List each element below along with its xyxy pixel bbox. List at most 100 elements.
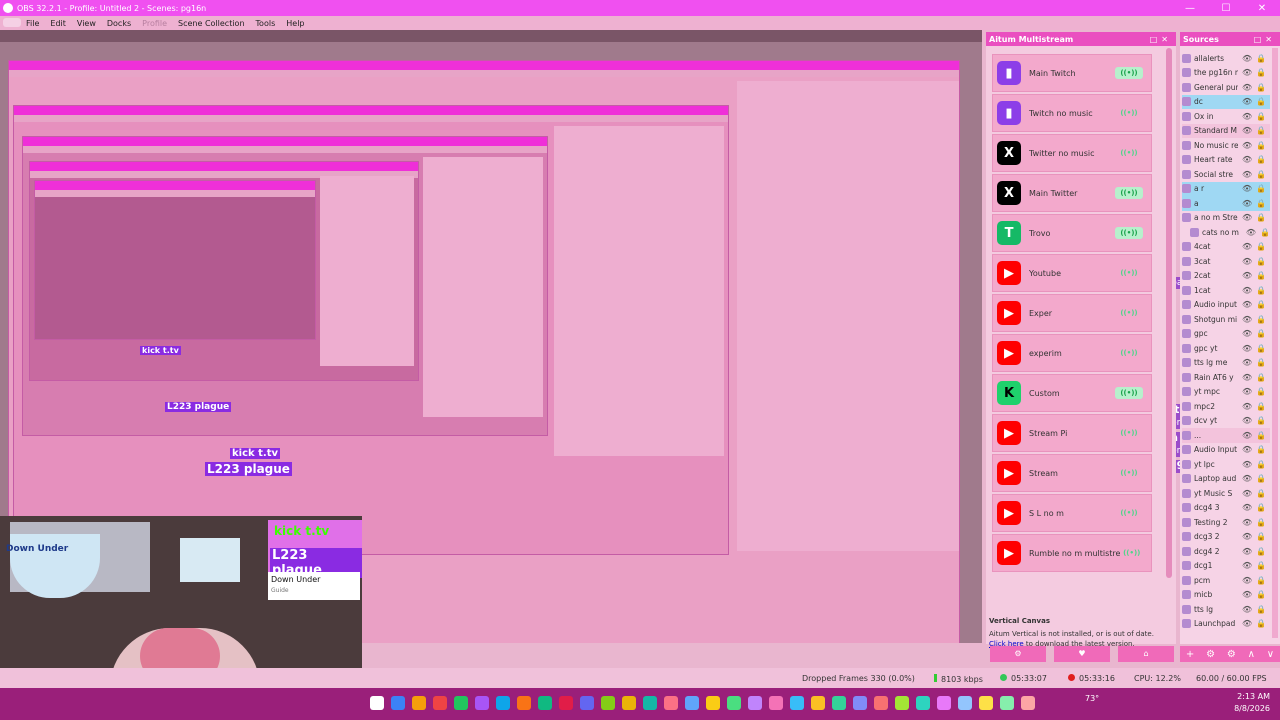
source-item[interactable]: Ox in 👁 🔒 [1182, 109, 1270, 124]
visibility-eye-icon[interactable]: 👁 [1242, 532, 1252, 541]
lock-icon[interactable]: 🔒 [1256, 460, 1266, 469]
aitum-settings-button[interactable]: ⚙ [990, 646, 1046, 662]
taskbar-app-icon[interactable] [727, 696, 741, 710]
lock-icon[interactable]: 🔒 [1256, 97, 1266, 106]
visibility-eye-icon[interactable]: 👁 [1242, 199, 1252, 208]
taskbar-app-icon[interactable] [1000, 696, 1014, 710]
aitum-donate-button[interactable]: ♥ [1054, 646, 1110, 662]
lock-icon[interactable]: 🔒 [1256, 576, 1266, 585]
lock-icon[interactable]: 🔒 [1256, 561, 1266, 570]
taskbar-app-icon[interactable] [370, 696, 384, 710]
output-row[interactable]: ▶ S L no m ((•)) [992, 494, 1152, 532]
output-row[interactable]: T Trovo ((•)) [992, 214, 1152, 252]
visibility-eye-icon[interactable]: 👁 [1242, 213, 1252, 222]
menu-edit[interactable]: Edit [50, 19, 66, 28]
visibility-eye-icon[interactable]: 👁 [1242, 271, 1252, 280]
visibility-eye-icon[interactable]: 👁 [1242, 83, 1252, 92]
lock-icon[interactable]: 🔒 [1256, 532, 1266, 541]
visibility-eye-icon[interactable]: 👁 [1242, 576, 1252, 585]
taskbar-app-icon[interactable] [454, 696, 468, 710]
move-down-button[interactable]: ∨ [1267, 649, 1274, 660]
lock-icon[interactable]: 🔒 [1256, 358, 1266, 367]
lock-icon[interactable]: 🔒 [1256, 489, 1266, 498]
visibility-eye-icon[interactable]: 👁 [1242, 97, 1252, 106]
stream-toggle-button[interactable]: ((•)) [1115, 267, 1143, 279]
lock-icon[interactable]: 🔒 [1256, 474, 1266, 483]
taskbar-app-icon[interactable] [496, 696, 510, 710]
lock-icon[interactable]: 🔒 [1256, 112, 1266, 121]
visibility-eye-icon[interactable]: 👁 [1242, 242, 1252, 251]
source-filters-button[interactable]: ⚙ [1227, 649, 1236, 660]
lock-icon[interactable]: 🔒 [1256, 605, 1266, 614]
menu-file[interactable]: File [26, 19, 39, 28]
source-item[interactable]: mpc2 👁 🔒 [1182, 399, 1270, 414]
taskbar-app-icon[interactable] [475, 696, 489, 710]
stream-toggle-button[interactable]: ((•)) [1115, 187, 1143, 199]
aitum-home-button[interactable]: ⌂ [1118, 646, 1174, 662]
lock-icon[interactable]: 🔒 [1256, 170, 1266, 179]
source-item[interactable]: dc 👁 🔒 [1182, 94, 1270, 109]
visibility-eye-icon[interactable]: 👁 [1242, 503, 1252, 512]
stream-toggle-button[interactable]: ((•)) [1115, 227, 1143, 239]
visibility-eye-icon[interactable]: 👁 [1242, 286, 1252, 295]
add-source-button[interactable]: + [1186, 649, 1194, 660]
visibility-eye-icon[interactable]: 👁 [1242, 112, 1252, 121]
visibility-eye-icon[interactable]: 👁 [1246, 228, 1256, 237]
visibility-eye-icon[interactable]: 👁 [1242, 170, 1252, 179]
lock-icon[interactable]: 🔒 [1256, 402, 1266, 411]
visibility-eye-icon[interactable]: 👁 [1242, 547, 1252, 556]
taskbar-app-icon[interactable] [412, 696, 426, 710]
visibility-eye-icon[interactable]: 👁 [1242, 445, 1252, 454]
source-item[interactable]: ... 👁 🔒 [1182, 428, 1270, 443]
visibility-eye-icon[interactable]: 👁 [1242, 141, 1252, 150]
menu-help[interactable]: Help [286, 19, 304, 28]
lock-icon[interactable]: 🔒 [1256, 590, 1266, 599]
visibility-eye-icon[interactable]: 👁 [1242, 431, 1252, 440]
taskbar-app-icon[interactable] [580, 696, 594, 710]
lock-icon[interactable]: 🔒 [1256, 68, 1266, 77]
lock-icon[interactable]: 🔒 [1256, 286, 1266, 295]
source-item[interactable]: dcg4 2 👁 🔒 [1182, 544, 1270, 559]
source-item[interactable]: Audio input 👁 🔒 [1182, 298, 1270, 313]
visibility-eye-icon[interactable]: 👁 [1242, 605, 1252, 614]
source-item[interactable]: yt lpc 👁 🔒 [1182, 457, 1270, 472]
visibility-eye-icon[interactable]: 👁 [1242, 54, 1252, 63]
taskbar-app-icon[interactable] [559, 696, 573, 710]
source-item[interactable]: Social stre 👁 🔒 [1182, 167, 1270, 182]
stream-toggle-button[interactable]: ((•)) [1115, 507, 1143, 519]
stream-toggle-button[interactable]: ((•)) [1115, 107, 1143, 119]
source-item[interactable]: yt Music S 👁 🔒 [1182, 486, 1270, 501]
dock-title-buttons[interactable]: □✕ [1150, 35, 1172, 44]
lock-icon[interactable]: 🔒 [1256, 431, 1266, 440]
lock-icon[interactable]: 🔒 [1256, 199, 1266, 208]
menu-docks[interactable]: Docks [107, 19, 131, 28]
source-item[interactable]: Laptop aud 👁 🔒 [1182, 472, 1270, 487]
source-item[interactable]: General pur 👁 🔒 [1182, 80, 1270, 95]
source-item[interactable]: 3cat 👁 🔒 [1182, 254, 1270, 269]
lock-icon[interactable]: 🔒 [1256, 445, 1266, 454]
lock-icon[interactable]: 🔒 [1256, 300, 1266, 309]
stream-toggle-button[interactable]: ((•)) [1115, 467, 1143, 479]
taskbar-app-icon[interactable] [391, 696, 405, 710]
source-item[interactable]: dcg1 👁 🔒 [1182, 559, 1270, 574]
source-item[interactable]: tts lg me 👁 🔒 [1182, 356, 1270, 371]
menu-tools[interactable]: Tools [256, 19, 276, 28]
taskbar-app-icon[interactable] [958, 696, 972, 710]
stream-toggle-button[interactable]: ((•)) [1115, 67, 1143, 79]
menu-scene-collection[interactable]: Scene Collection [178, 19, 245, 28]
source-item[interactable]: dcg4 3 👁 🔒 [1182, 501, 1270, 516]
output-row[interactable]: ▶ Exper ((•)) [992, 294, 1152, 332]
source-item[interactable]: Launchpad 👁 🔒 [1182, 617, 1270, 632]
taskbar-app-icon[interactable] [748, 696, 762, 710]
taskbar-app-icon[interactable] [979, 696, 993, 710]
visibility-eye-icon[interactable]: 👁 [1242, 126, 1252, 135]
taskbar-app-icon[interactable] [517, 696, 531, 710]
lock-icon[interactable]: 🔒 [1256, 155, 1266, 164]
source-item[interactable]: yt mpc 👁 🔒 [1182, 385, 1270, 400]
lock-icon[interactable]: 🔒 [1256, 213, 1266, 222]
close-button[interactable]: ✕ [1244, 3, 1280, 14]
taskbar-app-icon[interactable] [937, 696, 951, 710]
output-row[interactable]: ▮ Main Twitch ((•)) [992, 54, 1152, 92]
lock-icon[interactable]: 🔒 [1256, 329, 1266, 338]
visibility-eye-icon[interactable]: 👁 [1242, 329, 1252, 338]
